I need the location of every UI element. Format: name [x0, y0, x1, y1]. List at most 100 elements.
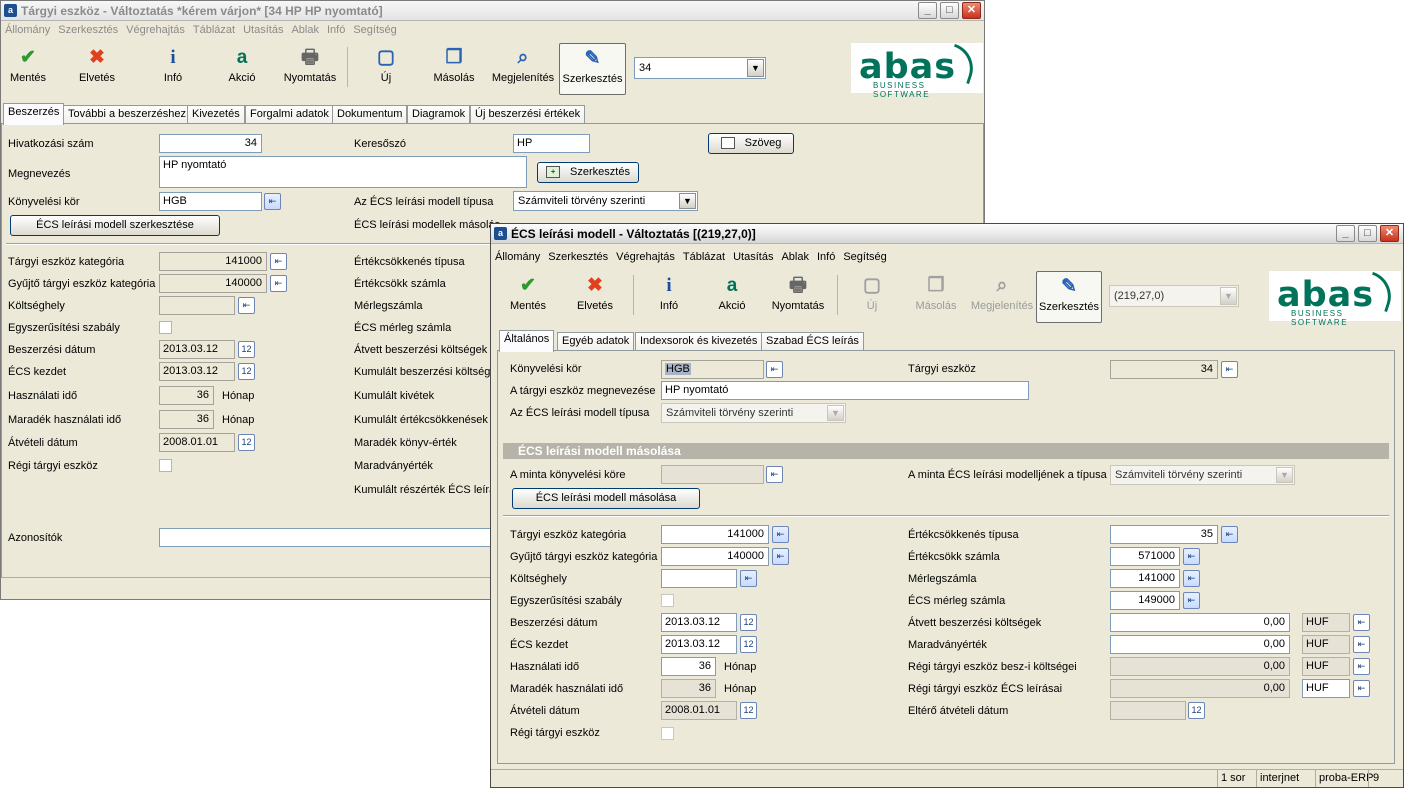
menu-item[interactable]: Szerkesztés [54, 24, 122, 36]
discard-button[interactable]: ✖ Elvetés [567, 271, 623, 323]
menu-item[interactable]: Infó [323, 24, 349, 36]
edit-name-button[interactable]: + Szerkesztés [537, 162, 639, 183]
minimize-icon[interactable]: _ [1336, 225, 1355, 242]
model-edit-button[interactable]: ÉCS leírási modell szerkesztése [10, 215, 220, 236]
ecs-start-field[interactable]: 2013.03.12 [661, 635, 737, 654]
lookup-icon[interactable]: ⇤ [270, 275, 287, 292]
print-button[interactable]: 🖶 Nyomtatás [769, 271, 827, 323]
lookup-icon[interactable]: ⇤ [772, 548, 789, 565]
close-icon[interactable]: ✕ [962, 2, 981, 19]
menu-item[interactable]: Végrehajtás [612, 251, 679, 263]
old-asset-checkbox[interactable] [159, 459, 172, 472]
use-time-field[interactable]: 36 [661, 657, 716, 676]
old-asset-checkbox[interactable] [661, 727, 674, 740]
copy-model-button[interactable]: ÉCS leírási modell másolása [512, 488, 700, 509]
tab-other-data[interactable]: Egyéb adatok [557, 332, 635, 351]
simplification-checkbox[interactable] [159, 321, 172, 334]
lookup-icon[interactable]: ⇤ [766, 361, 783, 378]
copy-button[interactable]: ❐ Másolás [911, 271, 961, 323]
tab-more-purchase[interactable]: További a beszerzéshez [63, 105, 192, 124]
edit-button[interactable]: ✎ Szerkesztés [559, 43, 626, 95]
calendar-icon[interactable]: 12 [740, 614, 757, 631]
maximize-icon[interactable]: □ [1358, 225, 1377, 242]
menu-item[interactable]: Segítség [839, 251, 890, 263]
ref-number-field[interactable]: 34 [159, 134, 262, 153]
info-button[interactable]: i Infó [151, 43, 195, 95]
ledger-field[interactable]: HGB [159, 192, 262, 211]
save-button[interactable]: ✔ Mentés [503, 271, 553, 323]
action-button[interactable]: a Akció [217, 43, 267, 95]
menu-item[interactable]: Utasítás [239, 24, 287, 36]
simplification-checkbox[interactable] [661, 594, 674, 607]
lookup-icon[interactable]: ⇤ [1183, 592, 1200, 609]
edit-button[interactable]: ✎ Szerkesztés [1036, 271, 1102, 323]
tab-purchase[interactable]: Beszerzés [3, 103, 65, 125]
calendar-icon[interactable]: 12 [238, 341, 255, 358]
record-combo[interactable]: (219,27,0) ▼ [1109, 285, 1239, 307]
chevron-down-icon[interactable]: ▼ [827, 405, 844, 421]
lookup-icon[interactable]: ⇤ [1221, 526, 1238, 543]
lookup-icon[interactable]: ⇤ [772, 526, 789, 543]
view-button[interactable]: ⌕ Megjelenítés [489, 43, 557, 95]
menu-item[interactable]: Végrehajtás [122, 24, 189, 36]
tab-general[interactable]: Általános [499, 330, 555, 352]
save-button[interactable]: ✔ Mentés [3, 43, 53, 95]
copy-button[interactable]: ❐ Másolás [429, 43, 479, 95]
tab-turnover[interactable]: Forgalmi adatok [245, 105, 334, 124]
record-combo[interactable]: 34 ▼ [634, 57, 766, 79]
new-button[interactable]: ▢ Új [361, 43, 411, 95]
calendar-icon[interactable]: 12 [1188, 702, 1205, 719]
lookup-icon[interactable]: ⇤ [1353, 614, 1370, 631]
tab-diagrams[interactable]: Diagramok [407, 105, 471, 124]
ecs-balance-field[interactable]: 149000 [1110, 591, 1180, 610]
menu-item[interactable]: Állomány [1, 24, 54, 36]
tab-new-values[interactable]: Új beszerzési értékek [470, 105, 586, 124]
residual-value-field[interactable]: 0,00 [1110, 635, 1290, 654]
category-field[interactable]: 141000 [661, 525, 769, 544]
purchase-date-field[interactable]: 2013.03.12 [661, 613, 737, 632]
model-type-select[interactable]: Számviteli törvény szerinti ▼ [513, 191, 698, 211]
currency-field[interactable]: HUF [1302, 679, 1350, 698]
menu-item[interactable]: Szerkesztés [544, 251, 612, 263]
chevron-down-icon[interactable]: ▼ [747, 59, 764, 77]
menu-item[interactable]: Segítség [349, 24, 400, 36]
chevron-down-icon[interactable]: ▼ [1276, 467, 1293, 483]
text-button[interactable]: Szöveg [708, 133, 794, 154]
menu-item[interactable]: Infó [813, 251, 839, 263]
menu-item[interactable]: Táblázat [189, 24, 239, 36]
model-type-select[interactable]: Számviteli törvény szerinti ▼ [661, 403, 846, 423]
asset-name-field[interactable]: HP nyomtató [661, 381, 1029, 400]
calendar-icon[interactable]: 12 [238, 363, 255, 380]
template-type-select[interactable]: Számviteli törvény szerinti ▼ [1110, 465, 1295, 485]
lookup-icon[interactable]: ⇤ [238, 297, 255, 314]
new-button[interactable]: ▢ Új [847, 271, 897, 323]
lookup-icon[interactable]: ⇤ [264, 193, 281, 210]
lookup-icon[interactable]: ⇤ [740, 570, 757, 587]
depreciation-type-field[interactable]: 35 [1110, 525, 1218, 544]
tab-document[interactable]: Dokumentum [332, 105, 408, 124]
chevron-down-icon[interactable]: ▼ [679, 193, 696, 209]
tab-free-ecs[interactable]: Szabad ÉCS leírás [761, 332, 864, 351]
lookup-icon[interactable]: ⇤ [1221, 361, 1238, 378]
calendar-icon[interactable]: 12 [740, 636, 757, 653]
lookup-icon[interactable]: ⇤ [1353, 680, 1370, 697]
lookup-icon[interactable]: ⇤ [1183, 548, 1200, 565]
lookup-icon[interactable]: ⇤ [766, 466, 783, 483]
lookup-icon[interactable]: ⇤ [1183, 570, 1200, 587]
lookup-icon[interactable]: ⇤ [1353, 658, 1370, 675]
cost-center-field[interactable] [661, 569, 737, 588]
balance-account-field[interactable]: 141000 [1110, 569, 1180, 588]
minimize-icon[interactable]: _ [918, 2, 937, 19]
collective-category-field[interactable]: 140000 [661, 547, 769, 566]
tab-disposal[interactable]: Kivezetés [187, 105, 245, 124]
calendar-icon[interactable]: 12 [740, 702, 757, 719]
calendar-icon[interactable]: 12 [238, 434, 255, 451]
action-button[interactable]: a Akció [707, 271, 757, 323]
menu-item[interactable]: Állomány [491, 251, 544, 263]
lookup-icon[interactable]: ⇤ [1353, 636, 1370, 653]
close-icon[interactable]: ✕ [1380, 225, 1399, 242]
depreciation-account-field[interactable]: 571000 [1110, 547, 1180, 566]
tab-index-rows[interactable]: Indexsorok és kivezetés [635, 332, 763, 351]
info-button[interactable]: i Infó [647, 271, 691, 323]
name-field[interactable]: HP nyomtató [159, 156, 527, 188]
